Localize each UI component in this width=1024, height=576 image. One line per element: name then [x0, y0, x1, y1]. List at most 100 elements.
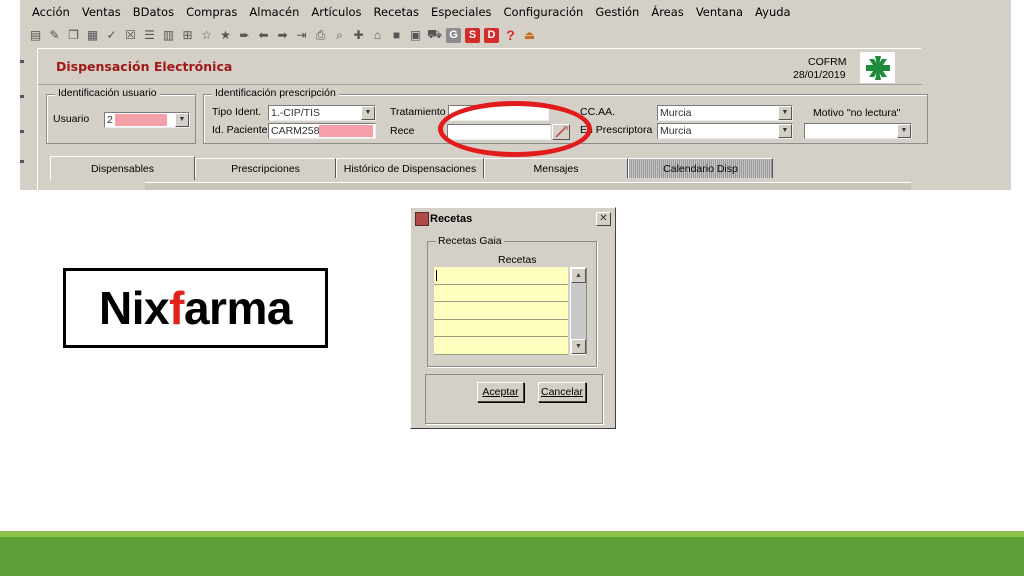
accept-button[interactable]: Aceptar [477, 382, 524, 402]
arrow-in-icon[interactable]: ⇥ [294, 28, 309, 43]
home-icon[interactable]: ⌂ [370, 28, 385, 43]
footer-bar-dark [0, 537, 1024, 576]
arrow-right-icon[interactable]: ➡ [275, 28, 290, 43]
menu-bar: Acción Ventas BDatos Compras Almacén Art… [20, 2, 1011, 22]
edit-icon[interactable]: ✎ [47, 28, 62, 43]
list-item[interactable] [434, 284, 568, 303]
redacted-fill [115, 114, 167, 126]
nixfarma-logo: Nix f arma [63, 268, 328, 348]
print-icon[interactable]: ▦ [85, 28, 100, 43]
menu-especiales[interactable]: Especiales [431, 5, 491, 19]
recetas-scrollbar[interactable]: ▲ ▼ [570, 267, 587, 355]
tipo-ident-value: 1.-CIP/TIS [271, 107, 321, 119]
star-outline-icon[interactable]: ☆ [199, 28, 214, 43]
prescriptora-value: Murcia [660, 125, 692, 137]
save-icon[interactable]: ▤ [28, 28, 43, 43]
form-title: Dispensación Electrónica [56, 59, 233, 74]
ccaa-select[interactable]: Murcia ▼ [657, 105, 793, 121]
id-paciente-label: Id. Paciente [212, 124, 268, 136]
search-icon[interactable]: ⌕ [332, 28, 347, 43]
recetas-dialog: Recetas ✕ Recetas Gaia Recetas ▲ ▼ Acept… [410, 207, 616, 429]
close-box-icon[interactable]: ☒ [123, 28, 138, 43]
menu-almacen[interactable]: Almacén [249, 5, 299, 19]
forward-icon[interactable]: ➨ [237, 28, 252, 43]
menu-ayuda[interactable]: Ayuda [755, 5, 791, 19]
dialog-titlebar: Recetas ✕ [411, 208, 615, 230]
pharmacy-cross-icon [860, 52, 895, 83]
menu-configuracion[interactable]: Configuración [504, 5, 584, 19]
chevron-down-icon[interactable]: ▼ [778, 124, 792, 138]
list-item[interactable] [434, 337, 568, 355]
menu-compras[interactable]: Compras [186, 5, 237, 19]
g-badge-icon[interactable]: G [446, 27, 461, 43]
filter-icon[interactable]: ▥ [161, 28, 176, 43]
motivo-label: Motivo "no lectura" [813, 107, 901, 119]
scroll-down-icon[interactable]: ▼ [571, 339, 586, 354]
menu-areas[interactable]: Áreas [651, 5, 683, 19]
cancel-button[interactable]: Cancelar [538, 382, 586, 402]
tipo-ident-select[interactable]: 1.-CIP/TIS ▼ [268, 105, 376, 121]
tab-prescripciones[interactable]: Prescripciones [195, 158, 336, 178]
id-paciente-field[interactable]: CARM258 [268, 123, 376, 139]
usuario-label: Usuario [53, 113, 90, 125]
arrow-left-icon[interactable]: ⬅ [256, 28, 271, 43]
list-icon[interactable]: ☰ [142, 28, 157, 43]
menu-accion[interactable]: Acción [32, 5, 70, 19]
list-item[interactable] [434, 267, 568, 285]
form-header: Dispensación Electrónica COFRM 28/01/201… [38, 49, 922, 85]
dialog-title: Recetas [430, 213, 473, 225]
close-icon[interactable]: ✕ [596, 212, 611, 226]
logo-text-arma: arma [183, 282, 292, 334]
printer-icon[interactable]: ⎙ [313, 28, 328, 43]
usuario-select[interactable]: 2 ▼ [104, 112, 190, 128]
chevron-down-icon[interactable]: ▼ [778, 106, 792, 120]
star-icon[interactable]: ★ [218, 28, 233, 43]
prescriptora-select[interactable]: Murcia ▼ [657, 123, 793, 139]
id-paciente-value: CARM258 [271, 125, 320, 137]
receta-label: Rece [390, 125, 415, 137]
help-icon[interactable]: ? [503, 27, 518, 43]
square-icon[interactable]: ■ [389, 28, 404, 43]
list-item[interactable] [434, 302, 568, 320]
document-icon[interactable]: ▣ [408, 28, 423, 43]
exit-icon[interactable]: ⏏ [522, 28, 537, 43]
text-caret [436, 270, 437, 281]
menu-articulos[interactable]: Artículos [311, 5, 361, 19]
scroll-up-icon[interactable]: ▲ [571, 268, 586, 283]
copy-icon[interactable]: ❐ [66, 28, 81, 43]
chevron-down-icon[interactable]: ▼ [361, 106, 375, 120]
usuario-value: 2 [107, 114, 113, 126]
menu-recetas[interactable]: Recetas [374, 5, 420, 19]
tab-dispensables[interactable]: Dispensables [50, 156, 195, 180]
menu-ventana[interactable]: Ventana [696, 5, 743, 19]
recetas-gaia-group: Recetas Gaia Recetas ▲ ▼ [427, 235, 597, 367]
tab-calendario[interactable]: Calendario Disp [628, 158, 773, 178]
recetas-gaia-legend: Recetas Gaia [436, 235, 504, 247]
chevron-down-icon[interactable]: ▼ [897, 124, 911, 138]
motivo-select[interactable]: ▼ [804, 123, 912, 139]
tratamiento-label: Tratamiento [390, 106, 446, 118]
cart-icon[interactable]: ⛟ [427, 27, 442, 43]
tab-historico[interactable]: Histórico de Dispensaciones [336, 158, 484, 178]
tree-icon[interactable]: ⊞ [180, 28, 195, 43]
highlight-ring [438, 101, 592, 157]
form-date: 28/01/2019 [793, 69, 846, 81]
user-id-legend: Identificación usuario [55, 87, 160, 99]
chevron-down-icon[interactable]: ▼ [175, 113, 189, 127]
menu-bdatos[interactable]: BDatos [133, 5, 174, 19]
recetas-list[interactable] [434, 267, 568, 355]
s-badge-icon[interactable]: S [465, 27, 480, 43]
redacted-fill [319, 125, 373, 137]
logo-text-nix: Nix [99, 282, 170, 334]
tab-content-strip [145, 182, 911, 190]
menu-gestion[interactable]: Gestión [595, 5, 639, 19]
list-item[interactable] [434, 319, 568, 338]
tab-mensajes[interactable]: Mensajes [484, 158, 628, 178]
d-badge-icon[interactable]: D [484, 27, 499, 43]
menu-ventas[interactable]: Ventas [82, 5, 121, 19]
pin-icon[interactable]: ✚ [351, 28, 366, 43]
company-code: COFRM [808, 56, 847, 68]
tipo-ident-label: Tipo Ident. [212, 106, 262, 118]
recetas-column-header: Recetas [498, 254, 537, 266]
check-icon[interactable]: ✓ [104, 28, 119, 43]
